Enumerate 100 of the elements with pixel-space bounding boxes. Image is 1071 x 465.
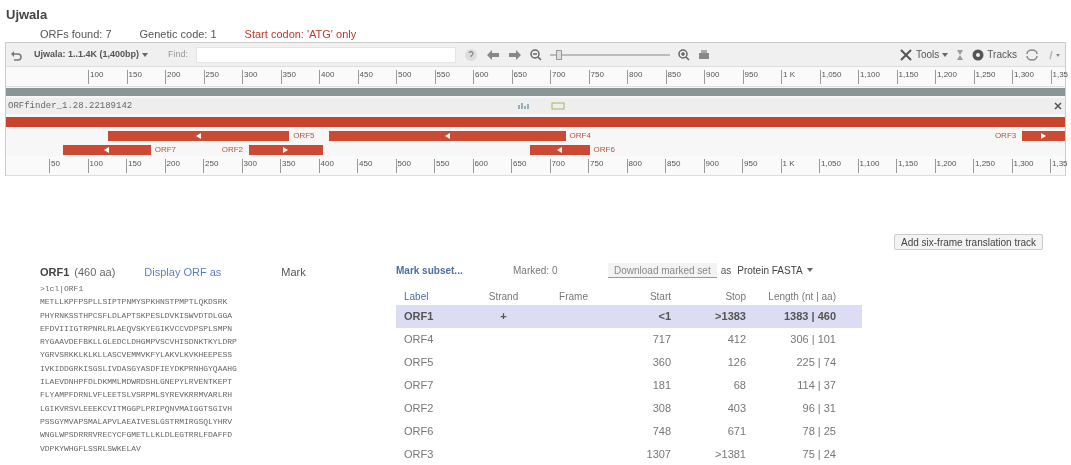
- add-track-button[interactable]: Add six-frame translation track: [894, 234, 1044, 250]
- table-row[interactable]: ORF5 360 126 225 | 74: [396, 351, 862, 374]
- left-arrow-icon[interactable]: [196, 133, 202, 139]
- left-arrow-icon[interactable]: [104, 147, 110, 153]
- column-header[interactable]: Length (nt | aa): [746, 289, 856, 304]
- sequence-dropdown[interactable]: Ujwala: 1..1.4K (1,400bp): [30, 47, 153, 62]
- ruler-label: 350: [282, 70, 296, 80]
- ruler-label: 1,300: [1014, 70, 1035, 80]
- table-cell: ORF1: [404, 310, 434, 323]
- ruler-label: 850: [667, 159, 681, 169]
- column-header[interactable]: Label: [396, 289, 466, 304]
- ruler-label: 200: [167, 70, 181, 80]
- orf-label: ORF4: [569, 131, 591, 141]
- ruler-label: 950: [744, 70, 758, 80]
- left-arrow-icon[interactable]: [445, 133, 450, 139]
- ruler-label: 400: [320, 159, 334, 169]
- table-row[interactable]: ORF6 748 671 78 | 25: [396, 420, 862, 443]
- orf-bar[interactable]: [1022, 131, 1065, 141]
- column-header[interactable]: Strand: [466, 289, 541, 304]
- zoom-in-icon[interactable]: [678, 48, 691, 61]
- ruler-label: 550: [436, 70, 450, 80]
- tools-icon[interactable]: [899, 47, 913, 62]
- ruler-label: 1,150: [898, 70, 919, 80]
- mark-subset-link[interactable]: Mark subset...: [396, 262, 513, 278]
- table-row[interactable]: ORF7 181 68 114 | 37: [396, 374, 862, 397]
- table-cell: >1383: [715, 310, 746, 323]
- table-cell: 181: [652, 379, 671, 392]
- ruler-label: 650: [513, 159, 527, 169]
- track-settings-icon[interactable]: [518, 102, 530, 110]
- marked-count: Marked: 0: [513, 263, 559, 278]
- display-link[interactable]: Display ORF as: [144, 264, 282, 281]
- ruler-label: 900: [705, 159, 719, 169]
- summary-text: ORFs found: 7: [40, 27, 112, 42]
- format-dropdown[interactable]: Protein FASTA: [737, 262, 813, 278]
- ruler-label: 750: [590, 159, 604, 169]
- table-cell: +: [500, 310, 507, 323]
- right-arrow-icon[interactable]: [283, 147, 289, 153]
- table-row[interactable]: ORF4 717 412 306 | 101: [396, 328, 862, 351]
- ruler-label: 1,150: [898, 159, 919, 169]
- table-row[interactable]: ORF1 + <1 >1383 1383 | 460: [396, 305, 862, 328]
- zoom-out-icon[interactable]: [530, 48, 543, 61]
- ruler-label: 700: [552, 70, 566, 80]
- back-arrow-icon[interactable]: [486, 48, 501, 61]
- orf-label: ORF3: [994, 131, 1017, 141]
- ruler-label: 700: [551, 159, 565, 169]
- track-legend-icon[interactable]: [551, 102, 565, 110]
- ruler-label: 450: [359, 159, 373, 169]
- table-cell: ORF7: [404, 379, 434, 392]
- ruler-label: 1,200: [936, 159, 957, 169]
- ruler-label: 1,250: [975, 159, 996, 169]
- ruler-label: 950: [744, 159, 758, 169]
- ruler-label: 850: [667, 70, 681, 80]
- find-label: Find:: [168, 47, 189, 61]
- table-cell: ORF3: [404, 448, 434, 461]
- table-row[interactable]: ORF3 1307 >1381 75 | 24: [396, 443, 862, 465]
- caret-icon[interactable]: [142, 52, 149, 57]
- orf-length: (460 aa): [74, 265, 117, 280]
- table-cell: <1: [658, 310, 671, 323]
- gear-icon[interactable]: [972, 48, 985, 61]
- column-header[interactable]: Start: [606, 289, 671, 304]
- table-cell: ORF6: [404, 425, 434, 438]
- caret-icon[interactable]: [942, 52, 949, 57]
- table-cell: 225 | 74: [796, 356, 836, 369]
- refresh-icon[interactable]: [1025, 48, 1039, 61]
- orf-label: ORF6: [593, 145, 615, 155]
- orf-bar[interactable]: [249, 145, 323, 155]
- ruler-label: 250: [205, 70, 219, 80]
- ruler-label: 600: [475, 70, 489, 80]
- ruler-label: 1 K: [782, 159, 795, 169]
- table-cell: 308: [652, 402, 671, 415]
- caret-icon[interactable]: [806, 268, 813, 272]
- orf-label: ORF7: [154, 145, 177, 155]
- ruler-label: 1 K: [783, 70, 795, 80]
- download-button[interactable]: Download marked set: [608, 262, 717, 278]
- ruler-label: 400: [321, 70, 335, 80]
- ruler-label: 750: [590, 70, 604, 80]
- tools-menu-button[interactable]: Tools: [899, 47, 949, 62]
- ruler-label: 100: [89, 159, 103, 169]
- sequence-text: >lcl|ORF1 METLLKPFPSPLLSIPTPNMYSPKHNSTPMPTLQKDSRK PHYRNKSSTHPCSFLDLAPTSKPESLDVKISWVDTDLGGA EFDVIIIGTRPNRLRLAEQVSKYEGIKVCCVDPSPLSMPN RYGAAVDEFBKLLGLEDCLDHGMPVSCVHISDNKTKYLDRP YGRVSRKKLKLKLLASCVEMMVKFYLAKVLKVKHEEPESS IVKIDDGRKISGSLIVDASGYASDFIEYDKPRNHGYQAAHG ILAEVDNHPFDLDKMMLMDWRDSHLGNEPYLRVENTKEPT FLYAMPFDRNLVFLEETSLVSRPMLSYREVKRRMVARLRH LGIKVRSVLEEEKCVITMGGPLPRIPQNVMAIGGTSGIVH PSSGYMVAPSMALAPVLAEAIVESLGSTRMIRGSQLYHRV WNGLWPSDRRRVRECYCFGMETLLKLDLEGTRRLFDAFFD VDPKYWHGFLSSRLSWKELAV: [40, 283, 237, 455]
- summary-text: Start codon: 'ATG' only: [244, 27, 357, 42]
- right-arrow-icon[interactable]: [1041, 133, 1047, 139]
- ruler-label: 1,35: [1052, 159, 1068, 169]
- find-field[interactable]: [196, 46, 457, 63]
- table-cell: ORF4: [404, 333, 434, 346]
- tracks-button[interactable]: Tracks: [972, 47, 1017, 62]
- ruler-label: 500: [398, 70, 412, 80]
- left-arrow-icon[interactable]: [557, 147, 563, 153]
- hourglass-icon[interactable]: [956, 48, 965, 61]
- print-icon[interactable]: [698, 48, 711, 61]
- column-header[interactable]: Stop: [671, 289, 746, 304]
- ruler-label: 1,200: [937, 70, 958, 80]
- zoom-slider-thumb[interactable]: [555, 49, 562, 60]
- ruler-label: 250: [205, 159, 219, 169]
- mark-button[interactable]: Mark: [281, 264, 306, 281]
- forward-arrow-icon[interactable]: [508, 48, 523, 61]
- help-icon[interactable]: [464, 47, 479, 62]
- orf-bar[interactable]: [529, 145, 590, 155]
- column-header[interactable]: Frame: [541, 289, 606, 304]
- close-icon[interactable]: [1054, 102, 1062, 110]
- table-row[interactable]: ORF2 308 403 96 | 31: [396, 397, 862, 420]
